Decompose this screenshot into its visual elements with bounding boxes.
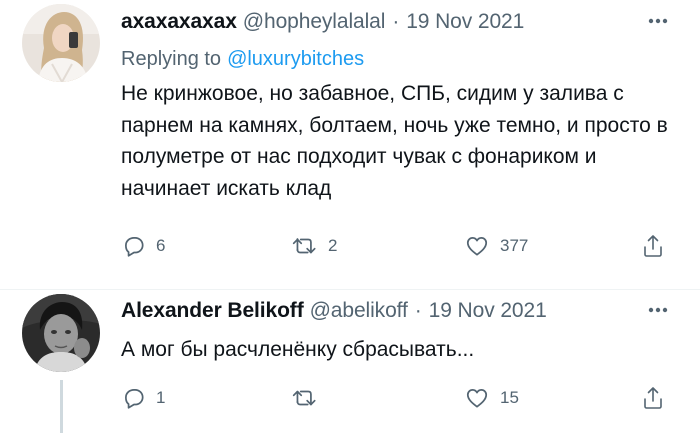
tweet-date[interactable]: 19 Nov 2021 — [406, 10, 524, 34]
retweet-button[interactable] — [291, 384, 328, 412]
display-name[interactable]: Alexander Belikoff — [121, 299, 304, 323]
share-icon — [644, 387, 662, 409]
more-icon — [648, 18, 668, 24]
tweet-header: ахахахахах @hopheylalalal · 19 Nov 2021 — [121, 7, 670, 37]
retweet-button[interactable]: 2 — [291, 232, 337, 260]
user-handle[interactable]: @hopheylalalal — [243, 10, 386, 34]
tweet: ахахахахах @hopheylalalal · 19 Nov 2021 … — [0, 0, 700, 290]
like-icon — [466, 237, 488, 256]
tweet-actions: 1 15 — [121, 384, 670, 412]
reply-count: 1 — [156, 388, 166, 407]
like-count: 15 — [500, 388, 519, 407]
retweet-icon — [292, 390, 316, 406]
like-button[interactable]: 377 — [463, 232, 528, 260]
tweet: Alexander Belikoff @abelikoff · 19 Nov 2… — [0, 290, 700, 433]
like-icon — [466, 389, 488, 408]
avatar[interactable] — [22, 294, 100, 372]
tweet-content: Alexander Belikoff @abelikoff · 19 Nov 2… — [121, 296, 673, 409]
share-button[interactable] — [641, 384, 665, 412]
tweet-content: ахахахахах @hopheylalalal · 19 Nov 2021 … — [121, 7, 673, 257]
replying-to-mention[interactable]: @luxurybitches — [227, 48, 364, 71]
retweet-count: 2 — [328, 236, 338, 255]
reply-button[interactable]: 1 — [121, 384, 165, 412]
tweet-header: Alexander Belikoff @abelikoff · 19 Nov 2… — [121, 296, 670, 326]
separator: · — [392, 10, 400, 33]
replying-to-label: Replying to — [121, 47, 222, 70]
more-options-button[interactable] — [643, 13, 673, 29]
reply-count: 6 — [156, 236, 166, 255]
more-options-button[interactable] — [643, 302, 673, 318]
replying-to: Replying to @luxurybitches — [121, 45, 670, 73]
like-button[interactable]: 15 — [463, 384, 519, 412]
separator: · — [414, 299, 422, 322]
share-button[interactable] — [641, 232, 665, 260]
share-icon — [644, 235, 662, 257]
like-count: 377 — [500, 236, 529, 255]
thread-line — [60, 380, 63, 433]
reply-button[interactable]: 6 — [121, 232, 165, 260]
tweet-text: Не кринжовое, но забавное, СПБ, сидим у … — [121, 82, 668, 200]
tweet-date[interactable]: 19 Nov 2021 — [429, 299, 547, 323]
reply-icon — [125, 237, 144, 257]
reply-icon — [125, 389, 144, 409]
retweet-icon — [292, 238, 316, 254]
tweet-text: А мог бы расчленёнку сбрасывать... — [121, 338, 475, 361]
more-icon — [648, 307, 668, 313]
user-handle[interactable]: @abelikoff — [310, 299, 408, 323]
tweet-actions: 6 2 377 — [121, 232, 670, 260]
avatar[interactable] — [22, 4, 100, 82]
display-name[interactable]: ахахахахах — [121, 10, 237, 34]
